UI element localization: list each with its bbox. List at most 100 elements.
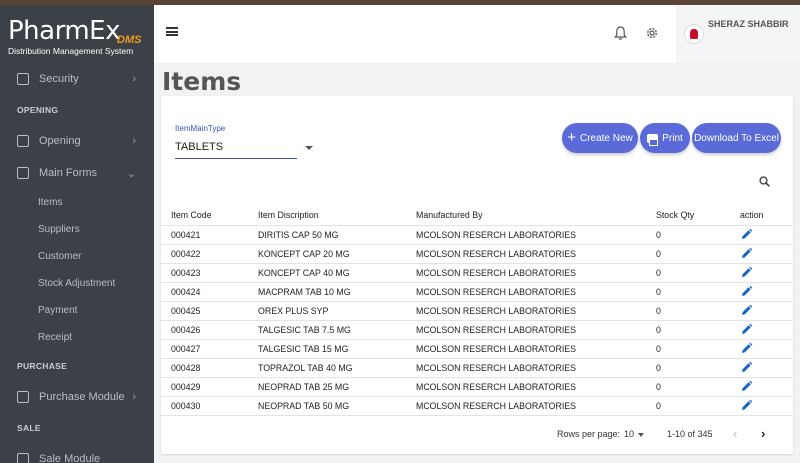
sidebar-subitem-suppliers[interactable]: Suppliers — [0, 216, 154, 243]
col-manufactured-by[interactable]: Manufactured By — [416, 206, 656, 226]
pencil-icon[interactable] — [740, 304, 753, 317]
download-excel-label: Download To Excel — [694, 132, 779, 144]
chevron-right-icon: › — [132, 73, 136, 85]
pencil-icon[interactable] — [740, 228, 753, 241]
sidebar-item-purchase-module[interactable]: Purchase Module › — [0, 381, 154, 413]
caret-down-icon[interactable] — [638, 433, 644, 437]
table-header-row: Item Code Item Discription Manufactured … — [161, 206, 793, 226]
table-row: 000424 MACPRAM TAB 10 MG MCOLSON RESERCH L… — [161, 282, 793, 302]
copy-icon — [17, 135, 29, 147]
page-title: Items — [162, 67, 242, 96]
cell-item-code: 000427 — [161, 339, 258, 359]
table-row: 000425 OREX PLUS SYP MCOLSON RESERCH LABOR… — [161, 301, 793, 321]
cell-action — [740, 358, 793, 378]
sidebar-item-label: Sale Module — [39, 453, 101, 463]
select-underline — [175, 158, 297, 159]
cell-manufactured-by: MCOLSON RESERCH LABORATORIES — [416, 244, 656, 264]
print-label: Print — [662, 132, 683, 144]
create-new-label: Create New — [579, 132, 633, 144]
sidebar-item-security[interactable]: Security › — [0, 63, 154, 95]
table-row: 000427 TALGESIC TAB 15 MG MCOLSON RESERCH … — [161, 339, 793, 359]
cell-item-description: DIRITIS CAP 50 MG — [258, 225, 416, 245]
cell-manufactured-by: MCOLSON RESERCH LABORATORIES — [416, 377, 656, 397]
pencil-icon[interactable] — [740, 342, 753, 355]
table-row: 000423 KONCEPT CAP 40 MG MCOLSON RESERCH L… — [161, 263, 793, 283]
sidebar-subitem-payment[interactable]: Payment — [0, 297, 154, 324]
cell-item-description: KONCEPT CAP 40 MG — [258, 263, 416, 283]
cell-item-code: 000423 — [161, 263, 258, 283]
section-heading-purchase: PURCHASE — [17, 361, 68, 371]
cell-action — [740, 301, 793, 321]
pencil-icon[interactable] — [740, 399, 753, 412]
pencil-icon[interactable] — [740, 266, 753, 279]
sidebar-item-label: Main Forms — [39, 167, 98, 179]
rows-per-page-select[interactable]: 10 — [624, 429, 634, 439]
print-button[interactable]: Print — [640, 123, 690, 153]
hamburger-icon[interactable] — [166, 27, 178, 36]
bell-icon[interactable] — [614, 26, 627, 40]
pencil-icon[interactable] — [740, 323, 753, 336]
sidebar-subitem-items[interactable]: Items — [0, 189, 154, 216]
pencil-icon[interactable] — [740, 380, 753, 393]
cell-stock-qty: 0 — [656, 225, 740, 245]
cell-action — [740, 244, 793, 264]
cell-item-code: 000425 — [161, 301, 258, 321]
cell-stock-qty: 0 — [656, 263, 740, 283]
col-stock-qty[interactable]: Stock Qty — [656, 206, 740, 226]
rows-per-page-label: Rows per page: — [557, 429, 621, 439]
cell-action — [740, 396, 793, 416]
sidebar-subitem-customer[interactable]: Customer — [0, 243, 154, 270]
table-row: 000422 KONCEPT CAP 20 MG MCOLSON RESERCH L… — [161, 244, 793, 264]
clipboard-icon — [17, 167, 29, 179]
cell-manufactured-by: MCOLSON RESERCH LABORATORIES — [416, 358, 656, 378]
sidebar-subitem-receipt[interactable]: Receipt — [0, 324, 154, 351]
caret-down-icon[interactable] — [305, 146, 313, 150]
user-profile[interactable]: SHERAZ SHABBIR — [676, 5, 800, 63]
cell-item-description: TALGESIC TAB 15 MG — [258, 339, 416, 359]
gear-icon[interactable] — [645, 26, 659, 40]
section-heading-opening: OPENING — [17, 105, 59, 115]
table-row: 000428 TOPRAZOL TAB 40 MG MCOLSON RESERCH … — [161, 358, 793, 378]
create-new-button[interactable]: + Create New — [562, 123, 638, 153]
col-item-description[interactable]: Item Discription — [258, 206, 416, 226]
app-logo[interactable]: PharmEx DMS Distribution Management Syst… — [0, 5, 154, 63]
sidebar-item-opening[interactable]: Opening › — [0, 125, 154, 157]
logo-subtitle: Distribution Management System — [8, 46, 134, 56]
cell-stock-qty: 0 — [656, 396, 740, 416]
search-icon[interactable] — [759, 176, 770, 187]
cell-item-description: NEOPRAD TAB 25 MG — [258, 377, 416, 397]
col-item-code[interactable]: Item Code — [161, 206, 258, 226]
cell-manufactured-by: MCOLSON RESERCH LABORATORIES — [416, 396, 656, 416]
cell-action — [740, 263, 793, 283]
page-range: 1-10 of 345 — [667, 429, 713, 439]
plus-icon: + — [567, 129, 576, 146]
sidebar-item-main-forms[interactable]: Main Forms ⌄ — [0, 157, 154, 189]
pagination: Rows per page: 10 1-10 of 345 ‹ › — [161, 426, 793, 442]
cell-item-description: TOPRAZOL TAB 40 MG — [258, 358, 416, 378]
cell-action — [740, 377, 793, 397]
table-row: 000430 NEOPRAD TAB 50 MG MCOLSON RESERCH L… — [161, 396, 793, 416]
avatar — [684, 24, 704, 44]
cell-item-code: 000430 — [161, 396, 258, 416]
cell-item-code: 000429 — [161, 377, 258, 397]
items-table: Item Code Item Discription Manufactured … — [161, 206, 793, 416]
cell-item-description: NEOPRAD TAB 50 MG — [258, 396, 416, 416]
pencil-icon[interactable] — [740, 361, 753, 374]
cell-item-description: OREX PLUS SYP — [258, 301, 416, 321]
cell-item-code: 000422 — [161, 244, 258, 264]
cell-item-description: KONCEPT CAP 20 MG — [258, 244, 416, 264]
section-heading-sale: SALE — [17, 423, 41, 433]
table-row: 000429 NEOPRAD TAB 25 MG MCOLSON RESERCH L… — [161, 377, 793, 397]
cell-manufactured-by: MCOLSON RESERCH LABORATORIES — [416, 339, 656, 359]
download-excel-button[interactable]: Download To Excel — [692, 123, 781, 153]
table-row: 000426 TALGESIC TAB 7.5 MG MCOLSON RESERCH… — [161, 320, 793, 340]
next-page-icon[interactable]: › — [761, 426, 765, 441]
item-main-type-select[interactable]: TABLETS — [175, 141, 223, 153]
sidebar-subitem-stock-adjustment[interactable]: Stock Adjustment — [0, 270, 154, 297]
previous-page-icon[interactable]: ‹ — [733, 426, 737, 441]
pencil-icon[interactable] — [740, 247, 753, 260]
pencil-icon[interactable] — [740, 285, 753, 298]
sidebar-item-sale-module[interactable]: Sale Module — [0, 443, 154, 463]
sidebar: PharmEx DMS Distribution Management Syst… — [0, 5, 154, 463]
chevron-right-icon: › — [132, 135, 136, 147]
